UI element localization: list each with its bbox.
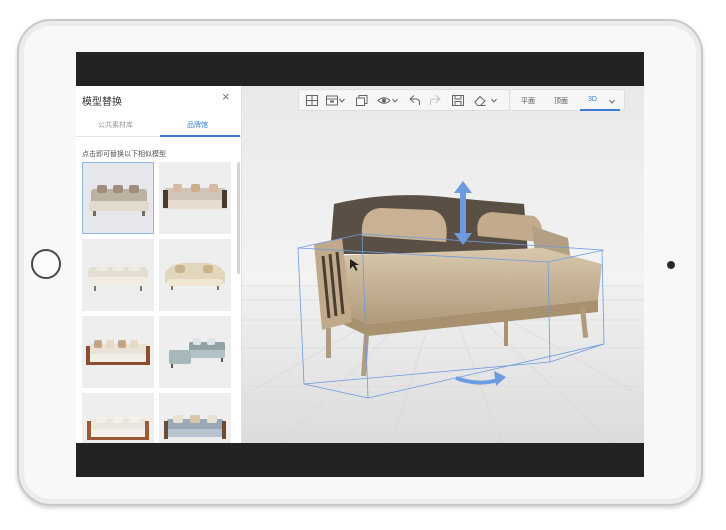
tab-public-library[interactable]: 公共素材库 <box>98 120 133 130</box>
chevron-down-icon[interactable] <box>491 98 497 103</box>
scene-canvas <box>242 86 644 443</box>
close-icon[interactable]: × <box>222 89 230 104</box>
tab-active-indicator <box>160 135 240 137</box>
chevron-down-icon[interactable] <box>339 98 345 103</box>
box-icon[interactable] <box>325 94 339 107</box>
model-replace-panel: 模型替换 × 公共素材库 品牌馆 点击即可替换以下相似模型 <box>76 86 242 443</box>
chevron-down-icon[interactable] <box>609 99 615 104</box>
view-active-indicator <box>580 109 620 111</box>
copy-icon[interactable] <box>355 94 369 107</box>
chevron-down-icon[interactable] <box>392 98 398 103</box>
screen: 模型替换 × 公共素材库 品牌馆 点击即可替换以下相似模型 平面 顶面 3D <box>76 52 644 477</box>
save-icon[interactable] <box>451 94 465 107</box>
camera-icon <box>667 261 675 269</box>
model-thumbnail[interactable] <box>82 162 154 234</box>
panel-title: 模型替换 <box>82 97 122 108</box>
rotate-arrow-icon[interactable] <box>454 368 508 388</box>
sofa-thumbnail-icon <box>165 262 225 290</box>
model-thumbnail[interactable] <box>82 316 154 388</box>
app: 模型替换 × 公共素材库 品牌馆 点击即可替换以下相似模型 平面 顶面 3D <box>76 86 644 443</box>
panel-scrollbar[interactable] <box>237 162 240 274</box>
view-switch: 平面 顶面 3D <box>509 89 625 111</box>
toolbar <box>298 89 510 111</box>
redo-icon[interactable] <box>429 94 443 107</box>
sofa-thumbnail-icon <box>169 338 225 368</box>
sofa-thumbnail-icon <box>88 263 148 291</box>
model-thumbnail[interactable] <box>159 162 231 234</box>
model-thumbnail[interactable] <box>159 393 231 443</box>
undo-icon[interactable] <box>407 94 421 107</box>
hint-text: 点击即可替换以下相似模型 <box>82 151 166 158</box>
model-thumbnail[interactable] <box>82 239 154 311</box>
sofa-thumbnail-icon <box>163 184 227 209</box>
model-thumbnail[interactable] <box>82 393 154 443</box>
model-thumbnail[interactable] <box>159 316 231 388</box>
tab-brand-hall[interactable]: 品牌馆 <box>187 120 208 130</box>
view-3d-tab[interactable]: 3D <box>588 96 597 103</box>
3d-viewport[interactable]: 平面 顶面 3D <box>242 86 644 443</box>
sofa-thumbnail-icon <box>164 415 226 439</box>
sofa-thumbnail-icon <box>86 340 150 365</box>
move-vertical-arrow-icon[interactable] <box>453 181 473 245</box>
layout-icon[interactable] <box>305 94 319 107</box>
sofa-thumbnail-icon <box>87 415 149 440</box>
eye-icon[interactable] <box>377 94 391 107</box>
letterbox-top <box>76 52 644 86</box>
letterbox-bottom <box>76 443 644 477</box>
home-button[interactable] <box>31 249 61 279</box>
sofa-thumbnail-icon <box>89 185 149 216</box>
model-thumbnail[interactable] <box>159 239 231 311</box>
eraser-icon[interactable] <box>473 94 487 107</box>
view-ceiling-tab[interactable]: 顶面 <box>554 96 568 106</box>
view-plan-tab[interactable]: 平面 <box>521 96 535 106</box>
